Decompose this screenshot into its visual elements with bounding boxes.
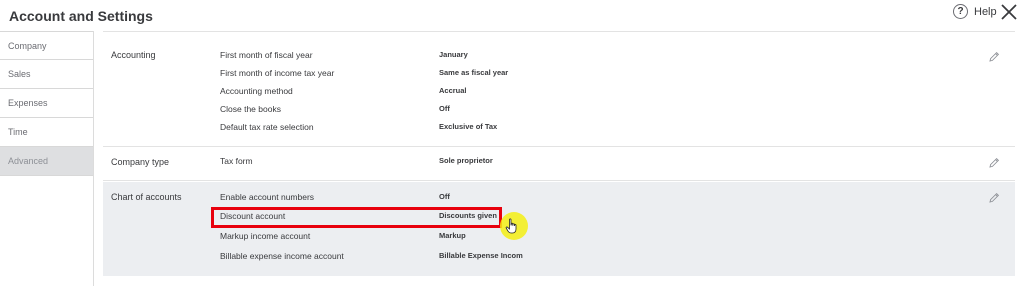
setting-value: Markup bbox=[439, 231, 466, 240]
setting-value: January bbox=[439, 50, 468, 59]
settings-sidebar: Company Sales Expenses Time Advanced bbox=[0, 31, 94, 286]
setting-label: Enable account numbers bbox=[220, 192, 315, 202]
setting-value: Accrual bbox=[439, 86, 467, 95]
help-button[interactable]: ? Help bbox=[953, 4, 997, 19]
setting-row: First month of income tax year Same as f… bbox=[103, 68, 1015, 82]
setting-label: Accounting method bbox=[220, 86, 293, 96]
setting-row: Close the books Off bbox=[103, 104, 1015, 118]
header: Account and Settings ? Help bbox=[0, 0, 1024, 30]
help-label: Help bbox=[974, 5, 997, 18]
sidebar-item-sales[interactable]: Sales bbox=[0, 60, 93, 89]
setting-label: First month of fiscal year bbox=[220, 50, 313, 60]
sidebar-item-time[interactable]: Time bbox=[0, 118, 93, 147]
sidebar-item-expenses[interactable]: Expenses bbox=[0, 89, 93, 118]
setting-row: Markup income account Markup bbox=[103, 231, 1015, 245]
setting-value: Sole proprietor bbox=[439, 156, 493, 165]
setting-value: Billable Expense Incom bbox=[439, 251, 523, 260]
setting-label: Tax form bbox=[220, 156, 253, 166]
close-icon[interactable] bbox=[1000, 3, 1018, 21]
hand-cursor-icon bbox=[505, 218, 517, 234]
setting-row: Accounting method Accrual bbox=[103, 86, 1015, 100]
setting-row: Billable expense income account Billable… bbox=[103, 251, 1015, 265]
setting-row: Tax form Sole proprietor bbox=[103, 156, 1015, 170]
setting-label: Markup income account bbox=[220, 231, 311, 241]
setting-value: Same as fiscal year bbox=[439, 68, 509, 77]
accounting-section[interactable]: Accounting First month of fiscal year Ja… bbox=[103, 31, 1015, 147]
setting-label: Default tax rate selection bbox=[220, 122, 314, 132]
setting-row: Default tax rate selection Exclusive of … bbox=[103, 122, 1015, 136]
help-icon: ? bbox=[953, 4, 968, 19]
sidebar-item-advanced[interactable]: Advanced bbox=[0, 147, 93, 176]
setting-value: Off bbox=[439, 192, 450, 201]
setting-row: Enable account numbers Off bbox=[103, 192, 1015, 206]
setting-value: Off bbox=[439, 104, 450, 113]
pencil-icon[interactable] bbox=[987, 191, 1001, 205]
setting-row: First month of fiscal year January bbox=[103, 50, 1015, 64]
setting-label: First month of income tax year bbox=[220, 68, 335, 78]
page-title: Account and Settings bbox=[9, 8, 153, 24]
annotation-highlight-box bbox=[211, 207, 502, 228]
setting-value: Exclusive of Tax bbox=[439, 122, 498, 131]
chart-of-accounts-section[interactable]: Chart of accounts Enable account numbers… bbox=[103, 182, 1015, 276]
setting-label: Close the books bbox=[220, 104, 281, 114]
company-type-section[interactable]: Company type Tax form Sole proprietor bbox=[103, 148, 1015, 181]
pencil-icon[interactable] bbox=[987, 156, 1001, 170]
sidebar-item-company[interactable]: Company bbox=[0, 31, 93, 60]
pencil-icon[interactable] bbox=[987, 50, 1001, 64]
setting-label: Billable expense income account bbox=[220, 251, 344, 261]
